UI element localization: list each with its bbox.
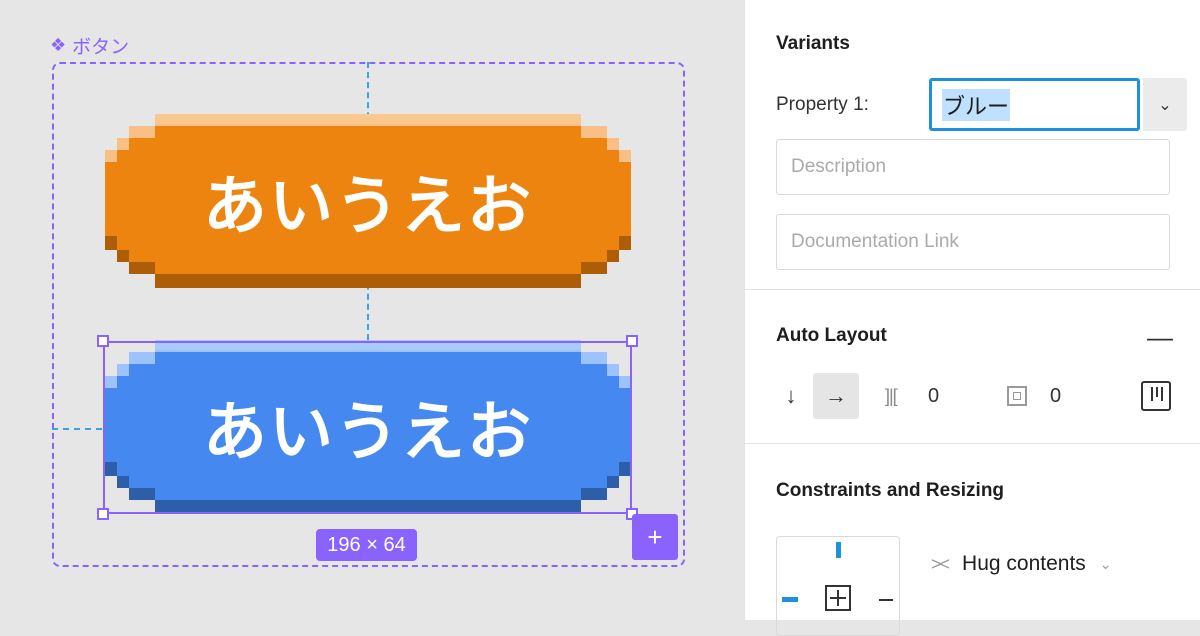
variants-section-title: Variants [776, 33, 850, 54]
button-label-orange: あいうえお [203, 170, 533, 244]
chevron-down-icon: ⌄ [1158, 96, 1172, 114]
dimensions-badge: 196 × 64 [316, 529, 417, 561]
property-label: Property 1: [776, 94, 869, 115]
padding-value-input[interactable]: 0 [1050, 373, 1061, 419]
add-variant-button[interactable]: + [632, 514, 678, 560]
design-canvas[interactable]: ❖ ボタン あいうえお あいうえお 196 × 64 + [0, 0, 744, 620]
description-field[interactable]: Description [776, 139, 1170, 195]
direction-vertical-button[interactable]: ↓ [776, 373, 806, 419]
property-value-text: ブルー [942, 88, 1011, 121]
arrow-right-icon: → [825, 383, 847, 408]
resize-handle-top-right[interactable] [626, 335, 638, 347]
constraint-right-indicator[interactable] [879, 599, 893, 601]
property-dropdown-button[interactable]: ⌄ [1143, 78, 1187, 131]
alignment-button[interactable] [1141, 373, 1171, 419]
chevron-down-icon: ⌄ [1099, 555, 1112, 572]
constraints-widget[interactable] [776, 536, 900, 636]
spacing-value-input[interactable]: 0 [928, 373, 939, 419]
section-divider [745, 289, 1200, 290]
horizontal-resizing-dropdown[interactable]: >< Hug contents ⌄ [931, 552, 1112, 576]
selection-bounding-box[interactable] [103, 341, 632, 514]
properties-panel: Variants Property 1: ブルー ⌄ Description D… [744, 0, 1200, 636]
auto-layout-section-title: Auto Layout [776, 325, 887, 346]
button-variant-orange[interactable]: あいうえお [103, 114, 633, 288]
constraint-center-icon [825, 585, 851, 611]
resize-horizontal-icon: >< [931, 553, 950, 574]
spacing-between-icon: ]|[ [885, 385, 898, 406]
section-divider [745, 443, 1200, 444]
component-set-label[interactable]: ❖ ボタン [50, 32, 129, 59]
component-diamond-icon: ❖ [50, 35, 67, 55]
spacing-guide-horizontal [52, 428, 102, 430]
component-set-name: ボタン [72, 37, 130, 58]
constraint-left-indicator[interactable] [782, 597, 798, 602]
resize-handle-top-left[interactable] [97, 335, 109, 347]
arrow-down-icon: ↓ [785, 383, 797, 408]
resize-mode-label: Hug contents [962, 552, 1086, 575]
constraint-top-indicator[interactable] [836, 542, 841, 558]
resize-handle-bottom-left[interactable] [97, 508, 109, 520]
constraints-section-title: Constraints and Resizing [776, 480, 1005, 501]
remove-auto-layout-icon[interactable]: — [1147, 322, 1173, 353]
direction-horizontal-button[interactable]: → [813, 373, 859, 419]
property-value-input[interactable]: ブルー [929, 78, 1140, 131]
plus-icon: + [647, 521, 663, 552]
alignment-icon [1141, 381, 1171, 411]
documentation-link-field[interactable]: Documentation Link [776, 214, 1170, 270]
padding-icon [1007, 373, 1027, 419]
